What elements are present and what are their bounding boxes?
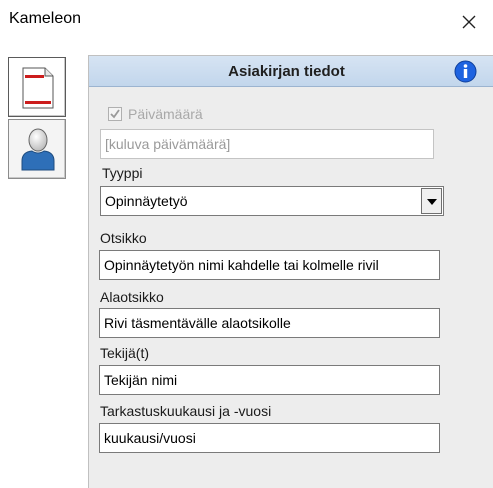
month-year-label: Tarkastuskuukausi ja -vuosi bbox=[100, 403, 272, 419]
date-field-value: [kuluva päivämäärä] bbox=[105, 136, 231, 152]
document-info-tab[interactable] bbox=[8, 57, 66, 117]
author-input-value: Tekijän nimi bbox=[104, 372, 178, 388]
person-icon bbox=[21, 128, 55, 171]
author-input[interactable]: Tekijän nimi bbox=[99, 365, 440, 395]
author-label: Tekijä(t) bbox=[100, 345, 150, 361]
month-year-input-value: kuukausi/vuosi bbox=[104, 430, 196, 446]
window-title: Kameleon bbox=[9, 10, 82, 27]
info-icon[interactable] bbox=[454, 60, 477, 83]
type-select[interactable]: Opinnäytetyö bbox=[100, 186, 444, 216]
date-field: [kuluva päivämäärä] bbox=[100, 129, 434, 159]
type-dropdown-button[interactable] bbox=[421, 188, 442, 214]
subtitle-input-value: Rivi täsmentävälle alaotsikolle bbox=[104, 315, 291, 331]
title-label: Otsikko bbox=[100, 230, 147, 246]
month-year-input[interactable]: kuukausi/vuosi bbox=[99, 423, 440, 453]
type-label: Tyyppi bbox=[102, 165, 143, 181]
document-icon bbox=[22, 67, 54, 109]
author-info-tab[interactable] bbox=[8, 119, 66, 179]
type-select-value: Opinnäytetyö bbox=[105, 193, 188, 209]
subtitle-input[interactable]: Rivi täsmentävälle alaotsikolle bbox=[99, 308, 440, 338]
close-button[interactable] bbox=[455, 8, 483, 36]
title-input-value: Opinnäytetyön nimi kahdelle tai kolmelle… bbox=[104, 257, 379, 273]
subtitle-label: Alaotsikko bbox=[100, 289, 164, 305]
date-checkbox-label: Päivämäärä bbox=[128, 106, 203, 122]
date-checkbox[interactable] bbox=[108, 107, 122, 121]
title-input[interactable]: Opinnäytetyön nimi kahdelle tai kolmelle… bbox=[99, 250, 440, 280]
close-icon bbox=[462, 15, 476, 29]
title-bar: Kameleon bbox=[0, 0, 493, 44]
panel-header: Asiakirjan tiedot bbox=[89, 56, 493, 87]
checkmark-icon bbox=[110, 109, 120, 119]
dropdown-arrow-icon bbox=[427, 199, 437, 205]
panel-title: Asiakirjan tiedot bbox=[228, 63, 345, 80]
